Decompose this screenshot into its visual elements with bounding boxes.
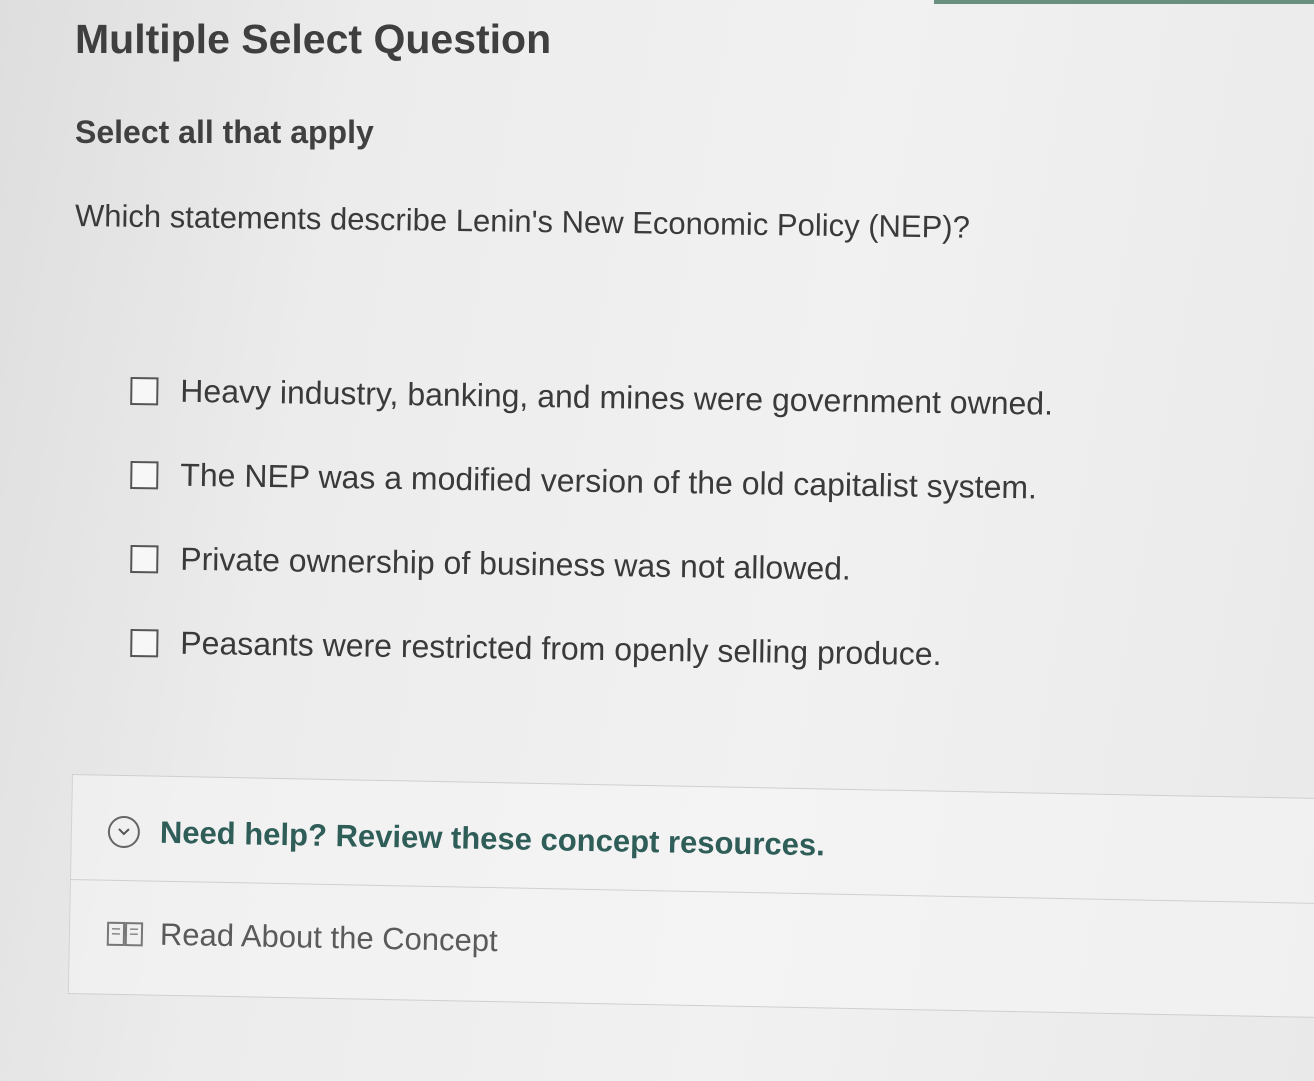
help-toggle-label: Need help? Review these concept resource…: [159, 814, 826, 863]
read-about-concept-label: Read About the Concept: [159, 916, 499, 959]
question-prompt: Which statements describe Lenin's New Ec…: [74, 198, 971, 245]
option-checkbox[interactable]: [130, 377, 159, 406]
question-page: Multiple Select Question Select all that…: [0, 0, 1314, 1081]
top-accent-bar: [934, 0, 1314, 4]
option-label: Heavy industry, banking, and mines were …: [180, 372, 1054, 422]
answer-option[interactable]: Heavy industry, banking, and mines were …: [129, 372, 1130, 471]
help-resources-panel: Need help? Review these concept resource…: [67, 774, 1314, 1019]
answer-option[interactable]: The NEP was a modified version of the ol…: [129, 456, 1130, 555]
instruction-text: Select all that apply: [75, 114, 374, 150]
chevron-down-circle-icon[interactable]: [107, 815, 141, 849]
option-checkbox[interactable]: [130, 629, 159, 658]
answer-options: Heavy industry, banking, and mines were …: [130, 372, 1130, 708]
option-checkbox[interactable]: [130, 545, 159, 574]
divider: [70, 878, 1314, 905]
read-about-concept-link[interactable]: Read About the Concept: [106, 916, 498, 960]
book-icon: [106, 918, 145, 951]
option-checkbox[interactable]: [130, 461, 159, 490]
answer-option[interactable]: Peasants were restricted from openly sel…: [129, 624, 1130, 723]
help-toggle[interactable]: Need help? Review these concept resource…: [107, 814, 826, 864]
answer-option[interactable]: Private ownership of business was not al…: [129, 540, 1130, 639]
question-type-heading: Multiple Select Question: [75, 16, 552, 62]
